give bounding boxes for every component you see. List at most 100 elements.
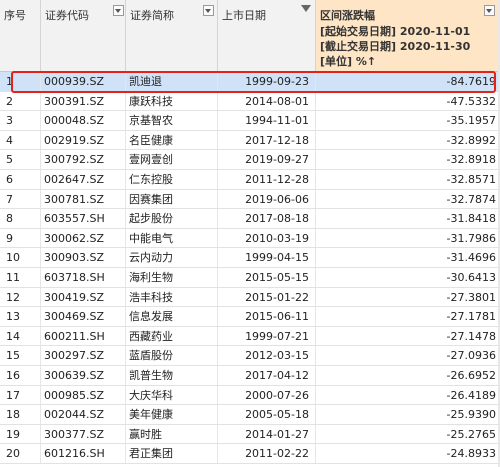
cell-change: -24.8933 <box>446 447 496 461</box>
cell-date: 2017-08-18 <box>218 209 316 228</box>
cell-name: 京基智农 <box>126 111 218 130</box>
table-row[interactable]: 10 300903.SZ 云内动力 1999-04-15 -31.4696 <box>0 248 500 268</box>
cell-change: -31.8418 <box>446 212 496 226</box>
cell-seq: 3 <box>0 111 41 130</box>
cell-seq: 11 <box>0 267 41 287</box>
cell-change: -27.3801 <box>446 290 496 304</box>
cell-date: 1999-07-21 <box>218 326 316 346</box>
table-row[interactable]: 4 002919.SZ 名臣健康 2017-12-18 -32.8992 <box>0 130 500 151</box>
table-row[interactable]: 17 000985.SZ 大庆华科 2000-07-26 -26.4189 <box>0 385 500 406</box>
cell-code: 601216.SH <box>41 444 126 463</box>
cell-name: 大庆华科 <box>126 385 218 405</box>
table-row[interactable]: 2 300391.SZ 康跃科技 2014-08-01 -47.5332 <box>0 91 500 112</box>
cell-date: 2015-05-15 <box>218 267 316 287</box>
cell-name: 云内动力 <box>126 248 218 267</box>
cell-date: 2017-12-18 <box>218 130 316 150</box>
cell-name: 凯迪退 <box>126 72 218 91</box>
filter-funnel-icon[interactable] <box>301 5 311 12</box>
table-row[interactable]: 14 600211.SH 西藏药业 1999-07-21 -27.1478 <box>0 326 500 347</box>
table-row[interactable]: 1 000939.SZ 凯迪退 1999-09-23 -84.7619 <box>0 72 500 92</box>
header-name[interactable]: 证券简称 <box>126 0 218 71</box>
cell-change: -31.7986 <box>446 231 496 245</box>
cell-code: 000048.SZ <box>41 111 126 130</box>
cell-seq: 1 <box>0 72 41 91</box>
cell-seq: 16 <box>0 365 41 385</box>
header-date[interactable]: 上市日期 <box>218 0 316 71</box>
header-seq[interactable]: 序号 <box>0 0 41 71</box>
header-code[interactable]: 证券代码 <box>41 0 126 71</box>
cell-code: 300391.SZ <box>41 91 126 111</box>
cell-date: 2017-04-12 <box>218 365 316 385</box>
filter-dropdown-icon[interactable] <box>484 5 495 16</box>
cell-date: 2011-02-22 <box>218 444 316 463</box>
table-row[interactable]: 11 603718.SH 海利生物 2015-05-15 -30.6413 <box>0 267 500 288</box>
cell-code: 002647.SZ <box>41 169 126 189</box>
cell-name: 仁东控股 <box>126 169 218 189</box>
cell-seq: 14 <box>0 326 41 346</box>
cell-date: 2005-05-18 <box>218 405 316 424</box>
cell-name: 蓝盾股份 <box>126 346 218 365</box>
cell-date: 1994-11-01 <box>218 111 316 130</box>
cell-seq: 5 <box>0 150 41 169</box>
cell-date: 2014-01-27 <box>218 424 316 444</box>
cell-date: 1999-09-23 <box>218 72 316 91</box>
cell-seq: 18 <box>0 405 41 424</box>
table-row[interactable]: 8 603557.SH 起步股份 2017-08-18 -31.8418 <box>0 209 500 229</box>
cell-date: 2000-07-26 <box>218 385 316 405</box>
cell-change: -26.6952 <box>446 368 496 382</box>
cell-change: -27.1478 <box>446 329 496 343</box>
cell-code: 600211.SH <box>41 326 126 346</box>
cell-change: -26.4189 <box>446 388 496 402</box>
cell-seq: 4 <box>0 130 41 150</box>
cell-change: -30.6413 <box>446 270 496 284</box>
cell-code: 300792.SZ <box>41 150 126 169</box>
filter-dropdown-icon[interactable] <box>113 5 124 16</box>
cell-code: 000985.SZ <box>41 385 126 405</box>
table-row[interactable]: 6 002647.SZ 仁东控股 2011-12-28 -32.8571 <box>0 169 500 190</box>
cell-date: 2012-03-15 <box>218 346 316 365</box>
header-seq-label: 序号 <box>4 9 26 22</box>
cell-name: 凯普生物 <box>126 365 218 385</box>
table-row[interactable]: 13 300469.SZ 信息发展 2015-06-11 -27.1781 <box>0 307 500 327</box>
table-row[interactable]: 5 300792.SZ 壹网壹创 2019-09-27 -32.8918 <box>0 150 500 170</box>
table-row[interactable]: 18 002044.SZ 美年健康 2005-05-18 -25.9390 <box>0 405 500 425</box>
header-change[interactable]: 区间涨跌幅 [起始交易日期] 2020-11-01 [截止交易日期] 2020-… <box>316 0 500 71</box>
cell-change: -31.4696 <box>446 251 496 265</box>
cell-name: 君正集团 <box>126 444 218 463</box>
table-row[interactable]: 9 300062.SZ 中能电气 2010-03-19 -31.7986 <box>0 228 500 249</box>
table-row[interactable]: 12 300419.SZ 浩丰科技 2015-01-22 -27.3801 <box>0 287 500 308</box>
table-row[interactable]: 16 300639.SZ 凯普生物 2017-04-12 -26.6952 <box>0 365 500 386</box>
cell-change: -47.5332 <box>446 94 496 108</box>
cell-code: 300377.SZ <box>41 424 126 444</box>
cell-seq: 2 <box>0 91 41 111</box>
data-table: 序号 证券代码 证券简称 上市日期 区间涨跌幅 [起始交易日期] 2020-11… <box>0 0 500 464</box>
cell-code: 002044.SZ <box>41 405 126 424</box>
cell-date: 2015-01-22 <box>218 287 316 307</box>
cell-code: 300781.SZ <box>41 189 126 209</box>
cell-date: 2011-12-28 <box>218 169 316 189</box>
cell-name: 中能电气 <box>126 228 218 248</box>
table-header: 序号 证券代码 证券简称 上市日期 区间涨跌幅 [起始交易日期] 2020-11… <box>0 0 500 72</box>
header-change-end: [截止交易日期] 2020-11-30 <box>320 40 471 53</box>
cell-change: -32.8918 <box>446 153 496 167</box>
cell-code: 002919.SZ <box>41 130 126 150</box>
table-body: 1 000939.SZ 凯迪退 1999-09-23 -84.7619 2 300391.S… <box>0 72 500 464</box>
filter-dropdown-icon[interactable] <box>203 5 214 16</box>
table-row[interactable]: 20 601216.SH 君正集团 2011-02-22 -24.8933 <box>0 444 500 464</box>
cell-seq: 9 <box>0 228 41 248</box>
cell-change: -32.8571 <box>446 172 496 186</box>
table-row[interactable]: 7 300781.SZ 因赛集团 2019-06-06 -32.7874 <box>0 189 500 210</box>
table-row[interactable]: 15 300297.SZ 蓝盾股份 2012-03-15 -27.0936 <box>0 346 500 366</box>
cell-change: -35.1957 <box>446 114 496 128</box>
table-row[interactable]: 3 000048.SZ 京基智农 1994-11-01 -35.1957 <box>0 111 500 131</box>
cell-change: -27.1781 <box>446 310 496 324</box>
cell-name: 壹网壹创 <box>126 150 218 169</box>
cell-date: 2015-06-11 <box>218 307 316 326</box>
header-name-label: 证券简称 <box>130 9 174 22</box>
cell-name: 西藏药业 <box>126 326 218 346</box>
table-row[interactable]: 19 300377.SZ 赢时胜 2014-01-27 -25.2765 <box>0 424 500 445</box>
cell-name: 信息发展 <box>126 307 218 326</box>
cell-date: 2019-09-27 <box>218 150 316 169</box>
cell-code: 603557.SH <box>41 209 126 228</box>
cell-code: 300062.SZ <box>41 228 126 248</box>
